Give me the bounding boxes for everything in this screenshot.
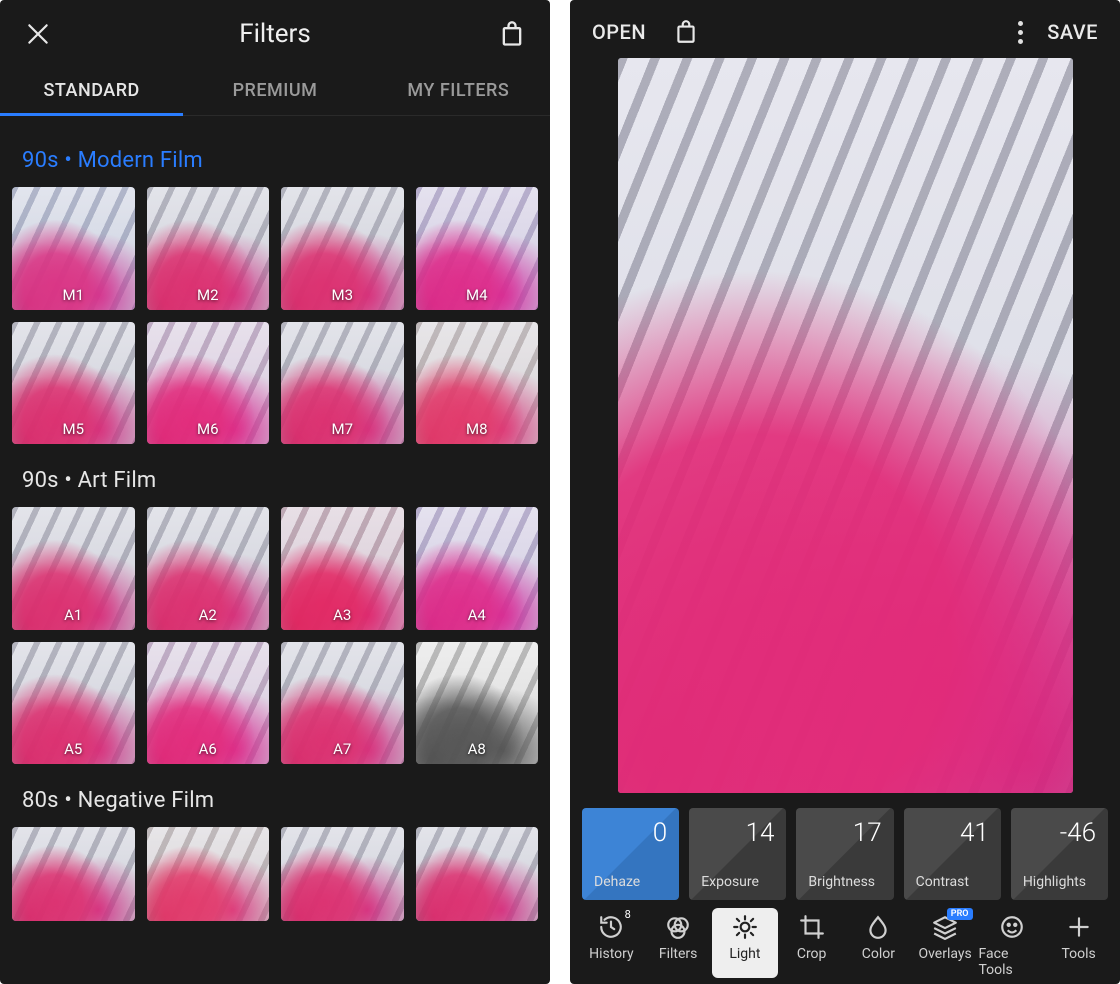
face-icon (999, 914, 1025, 940)
slider-exposure[interactable]: 14 Exposure (689, 808, 786, 900)
slider-brightness[interactable]: 17 Brightness (796, 808, 893, 900)
filter-thumbnail[interactable]: M2 (147, 187, 270, 310)
filter-label: M2 (147, 286, 270, 304)
slider-highlights[interactable]: -46 Highlights (1011, 808, 1108, 900)
filter-label: M4 (416, 286, 539, 304)
filter-thumbnail[interactable]: A8 (416, 642, 539, 765)
filter-label: M3 (281, 286, 404, 304)
filter-thumbnail[interactable]: A5 (12, 642, 135, 765)
filter-label: A6 (147, 740, 270, 758)
filter-thumbnail[interactable]: M4 (416, 187, 539, 310)
filter-tabs: STANDARD PREMIUM MY FILTERS (0, 62, 550, 116)
tab-premium[interactable]: PREMIUM (183, 62, 366, 115)
tool-label: History (589, 946, 634, 962)
filter-label: A8 (416, 740, 539, 758)
slider-value: 0 (594, 818, 667, 848)
tool-label: Overlays (918, 946, 971, 962)
filter-label: M8 (416, 420, 539, 438)
filter-thumbnail[interactable]: A1 (12, 507, 135, 630)
tool-face[interactable]: Face Tools (979, 914, 1046, 978)
filter-thumbnail[interactable]: A2 (147, 507, 270, 630)
filter-label: A2 (147, 606, 270, 624)
tool-label: Face Tools (979, 946, 1046, 978)
slider-label: Brightness (808, 874, 881, 890)
tool-light[interactable]: Light (712, 908, 779, 978)
slider-value: -46 (1023, 818, 1096, 848)
tool-label: Color (862, 946, 895, 962)
filters-panel: Filters STANDARD PREMIUM MY FILTERS 90s … (0, 0, 550, 984)
more-icon[interactable] (1018, 21, 1023, 44)
crop-icon (799, 914, 825, 940)
page-title: Filters (239, 19, 311, 49)
save-button[interactable]: SAVE (1047, 20, 1098, 44)
tools-icon (1066, 914, 1092, 940)
pro-badge: PRO (947, 908, 973, 920)
tool-label: Filters (659, 946, 698, 962)
tool-crop[interactable]: Crop (778, 914, 845, 978)
filter-thumbnail[interactable]: M3 (281, 187, 404, 310)
tool-label: Crop (797, 946, 827, 962)
filter-label: M5 (12, 420, 135, 438)
filter-thumbnail[interactable]: M5 (12, 322, 135, 445)
history-count-badge: 8 (625, 908, 631, 921)
tool-label: Light (729, 946, 760, 962)
tool-tools[interactable]: Tools (1045, 914, 1112, 978)
filter-thumbnail[interactable]: A7 (281, 642, 404, 765)
slider-value: 41 (916, 818, 989, 848)
slider-label: Highlights (1023, 874, 1096, 890)
tool-overlays[interactable]: OverlaysPRO (912, 914, 979, 978)
bottom-toolbar: History8FiltersLightCropColorOverlaysPRO… (570, 900, 1120, 984)
filter-thumbnail[interactable] (12, 827, 135, 921)
tool-label: Tools (1061, 946, 1095, 962)
filter-label: A4 (416, 606, 539, 624)
filter-label: A7 (281, 740, 404, 758)
tool-history[interactable]: History8 (578, 914, 645, 978)
slider-value: 17 (808, 818, 881, 848)
tab-myfilters[interactable]: MY FILTERS (367, 62, 550, 115)
filter-section-title[interactable]: 80s • Negative Film (0, 764, 550, 827)
close-icon[interactable] (22, 18, 54, 50)
tab-standard[interactable]: STANDARD (0, 62, 183, 115)
filter-thumbnail[interactable]: A4 (416, 507, 539, 630)
filter-section-title[interactable]: 90s • Art Film (0, 444, 550, 507)
filter-thumbnail[interactable]: M1 (12, 187, 135, 310)
color-icon (865, 914, 891, 940)
slider-label: Exposure (701, 874, 774, 890)
history-icon (598, 914, 624, 940)
filter-section-title[interactable]: 90s • Modern Film (0, 124, 550, 187)
filter-thumbnail[interactable]: A6 (147, 642, 270, 765)
filter-thumbnail[interactable]: M7 (281, 322, 404, 445)
filter-thumbnail[interactable]: M8 (416, 322, 539, 445)
light-icon (732, 914, 758, 940)
filters-icon (665, 914, 691, 940)
filters-scroll[interactable]: 90s • Modern Film M1 M2 M3 M4 M5 M6 M7 M8 90s • A… (0, 116, 550, 921)
image-preview[interactable] (618, 58, 1073, 793)
slider-label: Contrast (916, 874, 989, 890)
filter-label: M6 (147, 420, 270, 438)
light-sliders-row[interactable]: 0 Dehaze 14 Exposure 17 Brightness 41 Contrast -… (570, 796, 1120, 900)
open-button[interactable]: OPEN (592, 20, 646, 44)
tool-filters[interactable]: Filters (645, 914, 712, 978)
slider-value: 14 (701, 818, 774, 848)
slider-contrast[interactable]: 41 Contrast (904, 808, 1001, 900)
filter-thumbnail[interactable] (281, 827, 404, 921)
filter-thumbnail[interactable]: M6 (147, 322, 270, 445)
tool-color[interactable]: Color (845, 914, 912, 978)
filter-thumbnail[interactable] (147, 827, 270, 921)
shop-icon[interactable] (670, 16, 702, 48)
editor-panel: OPEN SAVE 0Dehaze14Exposure17Bri (570, 0, 1120, 984)
filter-thumbnail[interactable] (416, 827, 539, 921)
shop-icon[interactable] (496, 18, 528, 50)
filter-label: A1 (12, 606, 135, 624)
filter-label: M7 (281, 420, 404, 438)
filter-label: A5 (12, 740, 135, 758)
filter-label: M1 (12, 286, 135, 304)
slider-label: Dehaze (594, 874, 667, 890)
filter-label: A3 (281, 606, 404, 624)
filter-thumbnail[interactable]: A3 (281, 507, 404, 630)
slider-dehaze[interactable]: 0 Dehaze (582, 808, 679, 900)
